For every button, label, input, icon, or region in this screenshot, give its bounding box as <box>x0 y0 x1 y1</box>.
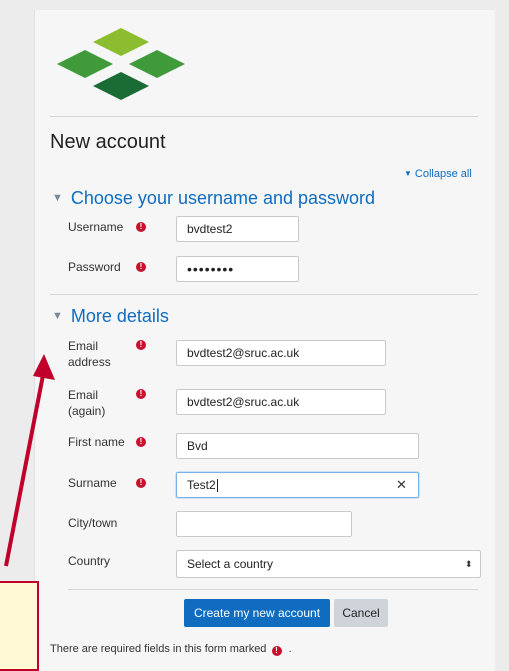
required-fields-note: There are required fields in this form m… <box>50 643 292 656</box>
required-icon: ! <box>136 340 146 350</box>
username-label: Username <box>68 220 124 234</box>
collapse-all-label: Collapse all <box>414 168 472 180</box>
form-divider <box>68 589 478 590</box>
section-details-toggle[interactable]: ▼ More details <box>52 306 169 327</box>
section-login-heading: Choose your username and password <box>70 188 376 208</box>
required-icon: ! <box>136 478 146 488</box>
country-label: Country <box>68 554 111 568</box>
firstname-input[interactable]: Bvd <box>176 433 419 459</box>
required-icon: ! <box>136 262 146 272</box>
page: New account ▼ Collapse all ▼ Choose your u… <box>0 0 509 671</box>
required-note-period: . <box>288 643 292 655</box>
required-icon: ! <box>136 222 146 232</box>
caret-down-icon: ▼ <box>52 310 63 322</box>
password-input[interactable]: •••••••• <box>176 256 299 282</box>
cancel-button[interactable]: Cancel <box>334 599 388 627</box>
required-icon: ! <box>136 389 146 399</box>
annotation-arrow <box>4 354 55 567</box>
surname-label: Surname <box>68 476 117 490</box>
annotation-callout-box <box>0 581 39 671</box>
surname-value: Test2 <box>187 478 216 492</box>
email-again-label-line1: Email <box>68 388 99 402</box>
password-label: Password <box>68 260 121 274</box>
required-icon: ! <box>271 646 282 656</box>
page-title: New account <box>50 131 166 153</box>
site-logo <box>57 28 185 100</box>
city-label: City/town <box>68 516 118 530</box>
country-select[interactable]: Select a country <box>176 550 481 578</box>
email-again-label-line2: (again) <box>68 404 106 418</box>
email-input[interactable]: bvdtest2@sruc.ac.uk <box>176 340 386 366</box>
caret-down-icon: ▼ <box>52 192 63 204</box>
chevron-updown-icon: ⬍ <box>465 559 473 569</box>
city-input[interactable] <box>176 511 352 537</box>
create-account-button[interactable]: Create my new account <box>184 599 330 627</box>
firstname-label: First name <box>68 435 125 449</box>
section-login-toggle[interactable]: ▼ Choose your username and password <box>52 188 375 209</box>
section-details-heading: More details <box>70 306 169 326</box>
section-divider <box>50 294 478 295</box>
username-input[interactable]: bvdtest2 <box>176 216 299 242</box>
email-again-input[interactable]: bvdtest2@sruc.ac.uk <box>176 389 386 415</box>
email-again-label: Email (again) <box>68 387 105 419</box>
required-note-text: There are required fields in this form m… <box>50 643 267 655</box>
text-caret <box>216 479 218 493</box>
caret-down-icon: ▼ <box>404 169 412 178</box>
surname-input[interactable]: Test2 <box>176 472 419 498</box>
header-divider <box>50 116 478 117</box>
email-label: Email address <box>68 338 111 370</box>
email-label-line2: address <box>68 355 111 369</box>
required-icon: ! <box>136 437 146 447</box>
clear-icon[interactable]: ✕ <box>396 477 407 493</box>
collapse-all-link[interactable]: ▼ Collapse all <box>404 168 472 180</box>
email-label-line1: Email <box>68 339 99 353</box>
